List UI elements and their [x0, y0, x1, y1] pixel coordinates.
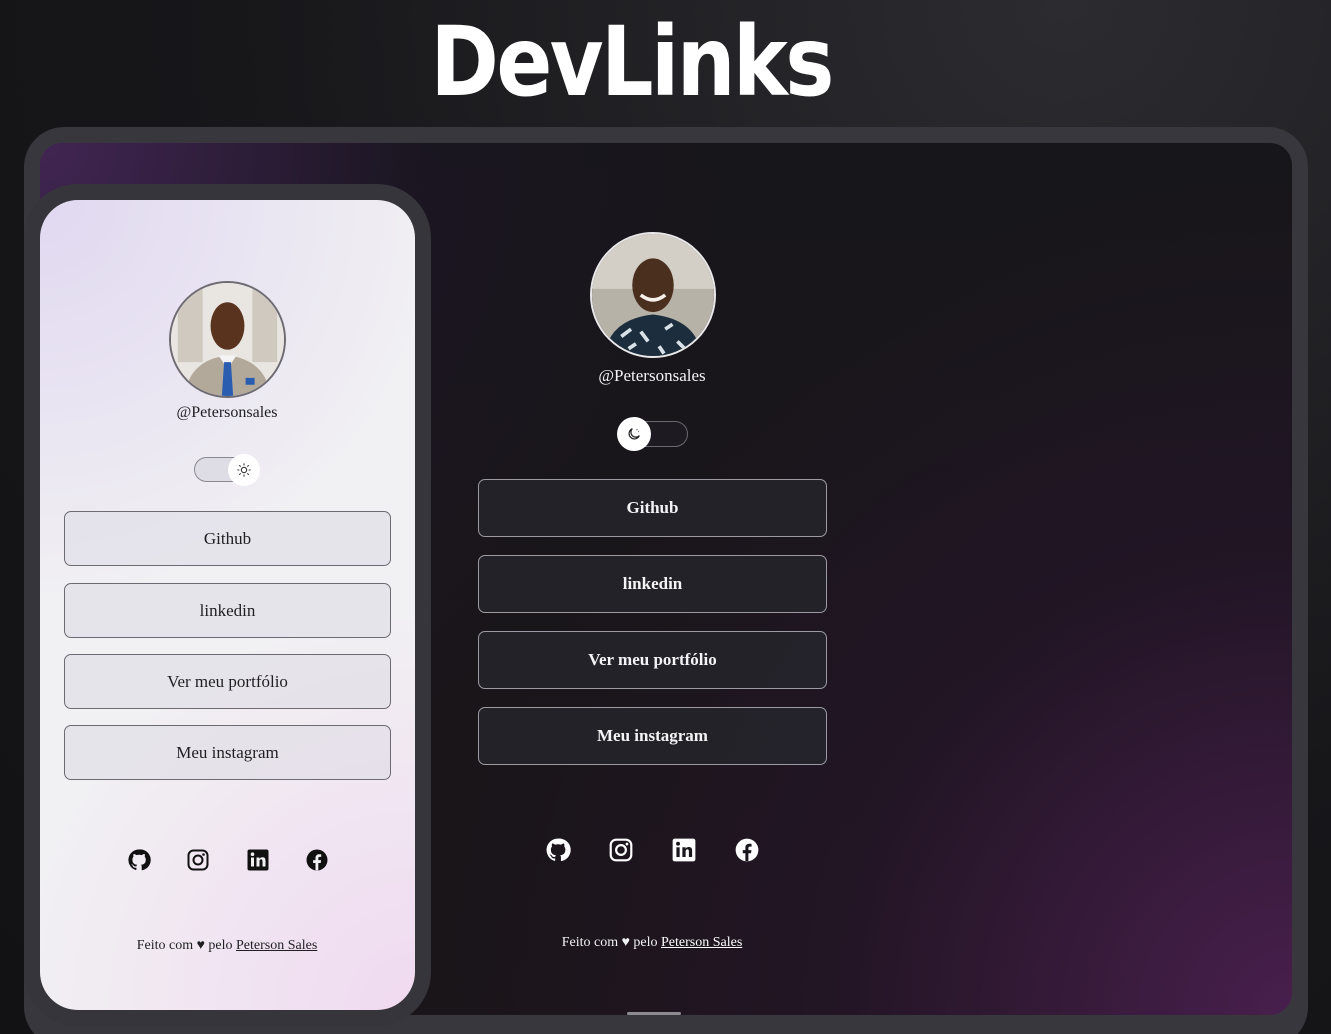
profile-photo: [592, 234, 714, 356]
theme-toggle[interactable]: [194, 454, 260, 486]
linkedin-link-button[interactable]: linkedin: [64, 583, 391, 638]
social-links: [545, 836, 760, 864]
moon-icon: [628, 428, 640, 440]
github-icon[interactable]: [127, 848, 151, 872]
sun-icon: [237, 463, 251, 477]
footer: Feito com ♥ pelo Peterson Sales: [502, 935, 802, 951]
facebook-icon[interactable]: [305, 848, 329, 872]
portfolio-link-button[interactable]: Ver meu portfólio: [478, 631, 827, 689]
profile-handle: @Petersonsales: [598, 366, 706, 385]
page-title: DevLinks: [430, 6, 834, 118]
github-icon[interactable]: [545, 837, 571, 863]
footer: Feito com ♥ pelo Peterson Sales: [77, 938, 377, 954]
avatar: [590, 232, 716, 358]
avatar: [169, 281, 286, 398]
linkedin-icon[interactable]: [246, 848, 270, 872]
footer-prefix: Feito com ♥ pelo: [561, 935, 658, 950]
social-links: [127, 847, 329, 873]
home-indicator: [627, 1012, 681, 1015]
instagram-link-button[interactable]: Meu instagram: [478, 707, 827, 765]
mobile-screen: @Petersonsales Github linkedin Ver meu p…: [40, 200, 415, 1010]
facebook-icon[interactable]: [734, 837, 760, 863]
author-link[interactable]: Peterson Sales: [661, 935, 742, 950]
profile-handle: @Petersonsales: [176, 404, 278, 421]
portfolio-link-button[interactable]: Ver meu portfólio: [64, 654, 391, 709]
github-link-button[interactable]: Github: [478, 479, 827, 537]
toggle-knob: [228, 454, 260, 486]
profile-photo: [171, 283, 284, 396]
author-link[interactable]: Peterson Sales: [236, 938, 317, 953]
theme-toggle[interactable]: [617, 417, 688, 451]
github-link-button[interactable]: Github: [64, 511, 391, 566]
instagram-icon[interactable]: [608, 837, 634, 863]
toggle-knob: [617, 417, 651, 451]
instagram-link-button[interactable]: Meu instagram: [64, 725, 391, 780]
linkedin-link-button[interactable]: linkedin: [478, 555, 827, 613]
footer-prefix: Feito com ♥ pelo: [136, 938, 233, 953]
instagram-icon[interactable]: [186, 848, 210, 872]
linkedin-icon[interactable]: [671, 837, 697, 863]
